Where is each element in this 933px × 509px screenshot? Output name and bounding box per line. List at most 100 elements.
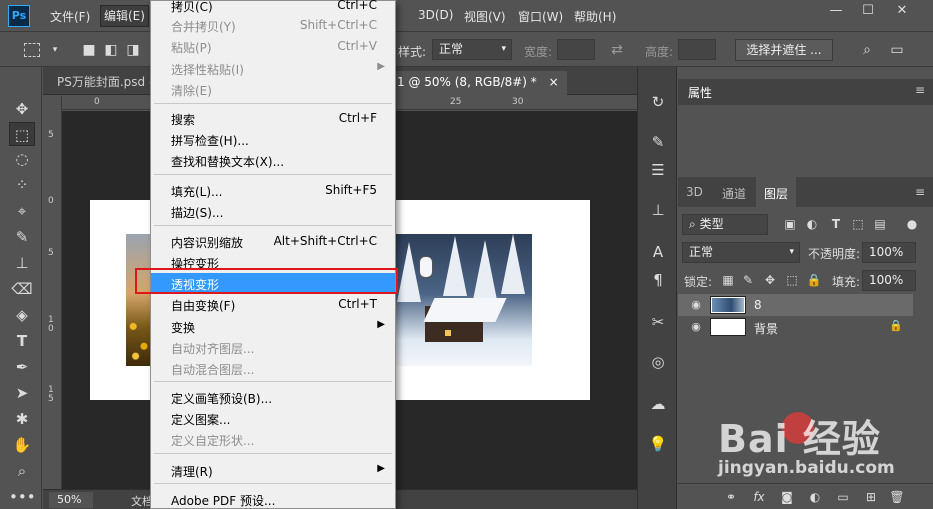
menu-item-copy[interactable]: 拷贝(C) Ctrl+C	[151, 0, 395, 16]
shape-tool-icon[interactable]: ✱	[9, 407, 35, 431]
new-layer-icon[interactable]: ⊞	[862, 488, 880, 506]
filter-smart-icon[interactable]: ▤	[872, 216, 888, 232]
marquee-tool-icon[interactable]: ⬚	[9, 122, 35, 146]
tab-channels[interactable]: 通道	[722, 185, 746, 202]
search-icon[interactable]: ⌕	[858, 41, 876, 59]
workspace-icon[interactable]: ▭	[888, 41, 906, 59]
menu-item-define-brush[interactable]: 定义画笔预设(B)...	[151, 387, 395, 408]
filter-shape-icon[interactable]: ⬚	[850, 216, 866, 232]
group-icon[interactable]: ▭	[834, 488, 852, 506]
history-icon[interactable]: ↻	[648, 91, 668, 113]
layer-row-background[interactable]: ◉ 背景 🔒	[678, 316, 913, 338]
filter-toggle-icon[interactable]: ●	[904, 216, 920, 232]
menu-item-free-transform[interactable]: 自由变换(F) Ctrl+T	[151, 294, 395, 315]
paint-bucket-icon[interactable]: ◈	[9, 303, 35, 327]
subtract-selection-icon[interactable]: ◨	[124, 41, 142, 59]
brush-tool-icon[interactable]: ✎	[9, 225, 35, 249]
swap-icon[interactable]: ⇄	[608, 41, 626, 59]
menu-item-clear[interactable]: 清除(E)	[151, 79, 395, 100]
chevron-down-icon[interactable]: ▾	[46, 41, 64, 59]
menu-item-fill[interactable]: 填充(L)... Shift+F5	[151, 180, 395, 201]
menu-item-define-shape[interactable]: 定义自定形状...	[151, 429, 395, 450]
paragraph-icon[interactable]: ¶	[648, 269, 668, 291]
lock-all-icon[interactable]: 🔒	[806, 272, 822, 288]
width-input[interactable]	[557, 39, 595, 60]
menu-item-stroke[interactable]: 描边(S)...	[151, 201, 395, 222]
tools-presets-icon[interactable]: ✂	[648, 311, 668, 333]
adjustment-layer-icon[interactable]: ◐	[806, 488, 824, 506]
layer-filter-select[interactable]: ⌕ 类型	[682, 214, 768, 235]
menu-item-pdf-presets[interactable]: Adobe PDF 预设...	[151, 489, 395, 509]
blend-mode-select[interactable]: 正常 ▾	[682, 242, 800, 263]
libraries-icon[interactable]: ☁	[648, 393, 668, 415]
document-tab-active[interactable]: 1 @ 50% (8, RGB/8#) * ×	[393, 71, 567, 95]
eye-icon[interactable]: ◉	[688, 297, 704, 313]
menu-item-purge[interactable]: 清理(R) ▶	[151, 460, 395, 481]
eraser-tool-icon[interactable]: ⌫	[9, 277, 35, 301]
style-select[interactable]: 正常 ▾	[432, 39, 512, 60]
trash-icon[interactable]: 🗑	[888, 488, 906, 506]
zoom-level[interactable]: 50%	[49, 492, 93, 508]
menu-help[interactable]: 帮助(H)	[574, 8, 616, 25]
menu-item-define-pattern[interactable]: 定义图案...	[151, 408, 395, 429]
layer-row-8[interactable]: ◉ 8	[678, 294, 913, 316]
eye-icon[interactable]: ◉	[688, 319, 704, 335]
menu-item-transform[interactable]: 变换 ▶	[151, 316, 395, 337]
menu-item-find-replace[interactable]: 查找和替换文本(X)...	[151, 150, 395, 171]
close-button[interactable]: ✕	[886, 0, 918, 22]
path-select-icon[interactable]: ➤	[9, 381, 35, 405]
opacity-input[interactable]: 100%	[862, 242, 916, 263]
fill-input[interactable]: 100%	[862, 270, 916, 291]
tab-3d[interactable]: 3D	[686, 185, 703, 199]
menu-3d[interactable]: 3D(D)	[418, 8, 453, 22]
crop-tool-icon[interactable]: ⌖	[9, 199, 35, 223]
menu-item-spell-check[interactable]: 拼写检查(H)...	[151, 129, 395, 150]
filter-type-icon[interactable]: T	[828, 216, 844, 232]
menu-item-copy-merged[interactable]: 合并拷贝(Y) Shift+Ctrl+C	[151, 15, 395, 36]
brush-presets-icon[interactable]: ✎	[648, 131, 668, 153]
menu-item-search[interactable]: 搜索 Ctrl+F	[151, 108, 395, 129]
menu-item-auto-align[interactable]: 自动对齐图层...	[151, 337, 395, 358]
lock-artboard-icon[interactable]: ⬚	[784, 272, 800, 288]
lasso-tool-icon[interactable]: ◌	[9, 147, 35, 171]
menu-window[interactable]: 窗口(W)	[518, 8, 563, 25]
pen-tool-icon[interactable]: ✒	[9, 355, 35, 379]
minimize-button[interactable]: —	[820, 0, 852, 22]
panel-menu-icon[interactable]: ≡	[915, 185, 925, 199]
add-mask-icon[interactable]: ◙	[778, 488, 796, 506]
hand-tool-icon[interactable]: ✋	[9, 433, 35, 457]
lock-position-icon[interactable]: ✥	[762, 272, 778, 288]
character-icon[interactable]: A	[648, 241, 668, 263]
menu-item-paste[interactable]: 粘贴(P) Ctrl+V	[151, 36, 395, 57]
brush-settings-icon[interactable]: ☰	[648, 159, 668, 181]
lock-pixels-icon[interactable]: ✎	[740, 272, 756, 288]
maximize-button[interactable]: ☐	[852, 0, 884, 22]
clone-source-icon[interactable]: ⊥	[648, 199, 668, 221]
type-tool-icon[interactable]: T	[9, 329, 35, 353]
menu-edit[interactable]: 编辑(E)	[100, 5, 149, 27]
menu-item-paste-special[interactable]: 选择性粘贴(I) ▶	[151, 58, 395, 79]
quick-select-tool-icon[interactable]: ⁘	[9, 173, 35, 197]
add-selection-icon[interactable]: ◧	[102, 41, 120, 59]
filter-adjust-icon[interactable]: ◐	[804, 216, 820, 232]
learn-icon[interactable]: 💡	[648, 433, 668, 455]
zoom-tool-icon[interactable]: ⌕	[9, 459, 35, 483]
link-layers-icon[interactable]: ⚭	[722, 488, 740, 506]
more-tools-icon[interactable]: •••	[9, 485, 36, 509]
tab-layers[interactable]: 图层	[756, 177, 797, 207]
move-tool-icon[interactable]: ✥	[9, 97, 35, 121]
filter-pixel-icon[interactable]: ▣	[782, 216, 798, 232]
close-icon[interactable]: ×	[549, 75, 559, 89]
menu-item-content-aware-scale[interactable]: 内容识别缩放 Alt+Shift+Ctrl+C	[151, 231, 395, 252]
marquee-preset-icon[interactable]	[24, 43, 40, 57]
new-selection-icon[interactable]: ■	[80, 41, 98, 59]
menu-view[interactable]: 视图(V)	[464, 8, 506, 25]
height-input[interactable]	[678, 39, 716, 60]
tab-properties[interactable]: 属性	[688, 84, 712, 101]
stamp-tool-icon[interactable]: ⊥	[9, 251, 35, 275]
fx-icon[interactable]: fx	[750, 488, 768, 506]
panel-menu-icon[interactable]: ≡	[915, 83, 925, 97]
menu-file[interactable]: 文件(F)	[50, 8, 90, 25]
adjustments-icon[interactable]: ◎	[648, 351, 668, 373]
select-and-mask-button[interactable]: 选择并遮住 ...	[735, 39, 833, 61]
